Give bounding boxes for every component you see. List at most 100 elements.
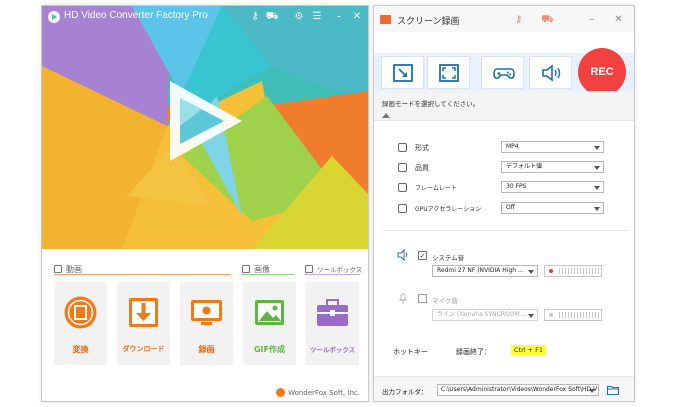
tile-gif-maker[interactable]: GIF作成 (243, 282, 296, 365)
section-video-underline (54, 274, 231, 275)
app-title: HD Video Converter Factory Pro (64, 10, 208, 21)
tile-downloader[interactable]: ダウンロード (117, 282, 170, 365)
tile-recorder[interactable]: 録画 (180, 282, 233, 365)
key-icon[interactable]: ⚷ (512, 13, 525, 26)
stop-hotkey-label: 録画終了： (456, 348, 491, 356)
tile-toolbox-label: ツールボックス (309, 346, 356, 354)
folder-icon[interactable] (607, 385, 619, 395)
mode-audio-button[interactable] (529, 56, 572, 89)
framerate-icon (398, 183, 407, 192)
system-audio-device: Redmi 27 NF (NVIDIA High ... (437, 267, 524, 274)
divider (382, 230, 628, 231)
framerate-select[interactable]: 30 FPS (501, 181, 604, 193)
setting-gpu: GPUアクセラレーション Off (398, 202, 618, 215)
tile-converter-label: 変換 (72, 345, 89, 354)
system-audio-level-meter (544, 265, 602, 277)
mode-region-button[interactable] (381, 56, 424, 89)
section-toolbox-label: ツールボックス (317, 266, 363, 274)
fullscreen-icon (439, 64, 459, 82)
level-dot (549, 269, 553, 273)
format-value: MP4 (506, 143, 519, 150)
screen-recorder-window: スクリーン録画 ⚷ ⛟ – ✕ REC 録画モードを選択してください。 形式 M… (373, 5, 635, 402)
footer-text: WonderFox Soft, Inc. (288, 388, 360, 397)
collapse-arrow-icon[interactable] (382, 113, 390, 118)
mode-hint-bar: 録画モードを選択してください。 (374, 91, 634, 121)
minimize-icon[interactable]: – (585, 13, 598, 26)
mode-game-button[interactable] (481, 56, 524, 89)
tile-gif-maker-label: GIF作成 (253, 345, 285, 354)
tile-downloader-label: ダウンロード (122, 345, 165, 353)
framerate-value: 30 FPS (506, 183, 527, 190)
format-select[interactable]: MP4 (501, 141, 604, 153)
rec-button[interactable]: REC (578, 48, 626, 96)
chevron-down-icon (589, 389, 595, 393)
region-select-icon (393, 64, 413, 82)
tile-recorder-label: 録画 (198, 345, 215, 354)
video-section-icon (54, 265, 62, 273)
footer-brand: WonderFox Soft, Inc. (276, 388, 360, 397)
speaker-icon (397, 249, 408, 261)
recorder-app-icon (380, 15, 391, 24)
wonderfox-logo-icon (276, 388, 286, 397)
tile-toolbox[interactable]: ツールボックス (306, 282, 359, 365)
mic-device: ライン (Yamaha SYNCROOM... (437, 311, 526, 318)
download-icon (129, 298, 158, 327)
quality-select[interactable]: デフォルト値 (501, 161, 604, 173)
system-audio-checkbox[interactable]: ✓ (418, 251, 427, 260)
key-icon[interactable]: ⚷ (248, 10, 262, 24)
output-folder-row: 出力フォルダ： C:\Users\Administrator\Videos\Wo… (374, 376, 634, 401)
gpu-select[interactable]: Off (501, 202, 604, 214)
hero-banner: HD Video Converter Factory Pro ⚷ ⛟ ⚙ ☰ –… (42, 6, 368, 249)
system-audio-device-select[interactable]: Redmi 27 NF (NVIDIA High ... (432, 265, 538, 277)
close-icon[interactable]: ✕ (612, 13, 625, 26)
section-video-label: 動画 (66, 264, 82, 274)
app-logo-icon (48, 11, 60, 23)
chevron-down-icon (528, 270, 534, 274)
quality-label: 品質 (415, 164, 429, 172)
format-icon (398, 143, 407, 152)
section-toolbox-underline (305, 274, 360, 275)
mode-hint-text: 録画モードを選択してください。 (382, 100, 480, 108)
gif-image-icon (255, 300, 284, 325)
chevron-down-icon (594, 146, 600, 150)
screen-recorder-icon (191, 300, 222, 325)
minimize-icon[interactable]: – (332, 10, 346, 24)
output-folder-select[interactable]: C:\Users\Administrator\Videos\WonderFox … (437, 384, 599, 396)
section-image-underline (242, 274, 295, 275)
recorder-title: スクリーン録画 (397, 17, 460, 27)
output-folder-path: C:\Users\Administrator\Videos\WonderFox … (441, 386, 598, 393)
recorder-title-bar: スクリーン録画 ⚷ ⛟ – ✕ (374, 6, 634, 32)
quality-value: デフォルト値 (506, 163, 543, 170)
setting-framerate: フレームレート 30 FPS (398, 181, 618, 194)
speaker-icon (542, 64, 561, 82)
setting-quality: 品質 デフォルト値 (398, 161, 618, 174)
stop-hotkey-value[interactable]: Ctrl + F1 (511, 345, 547, 355)
gpu-value: Off (506, 204, 515, 211)
level-bars (559, 312, 599, 318)
settings-gear-icon[interactable]: ⚙ (292, 10, 306, 24)
main-window: HD Video Converter Factory Pro ⚷ ⛟ ⚙ ☰ –… (41, 5, 369, 402)
close-icon[interactable]: ✕ (350, 10, 364, 24)
mic-level-meter (544, 309, 602, 321)
film-convert-icon (64, 296, 97, 329)
cart-icon[interactable]: ⛟ (265, 10, 279, 24)
tile-converter[interactable]: 変換 (54, 282, 107, 365)
hotkey-label: ホットキー (393, 348, 428, 356)
system-audio-label: システム音 (432, 254, 465, 262)
chevron-down-icon (594, 186, 600, 190)
gamepad-icon (493, 68, 515, 79)
mic-checkbox[interactable] (418, 294, 427, 303)
toolbox-icon (317, 299, 348, 326)
cart-icon[interactable]: ⛟ (541, 13, 554, 26)
framerate-label: フレームレート (415, 185, 457, 192)
hero-graphic (42, 6, 368, 249)
format-label: 形式 (415, 144, 429, 152)
chevron-down-icon (594, 166, 600, 170)
mode-fullscreen-button[interactable] (427, 56, 470, 89)
toolbox-section-icon (305, 265, 313, 273)
mic-device-select[interactable]: ライン (Yamaha SYNCROOM... (432, 309, 538, 321)
quality-icon (398, 163, 407, 172)
image-section-icon (242, 265, 250, 273)
gpu-label: GPUアクセラレーション (415, 206, 482, 213)
menu-list-icon[interactable]: ☰ (310, 10, 324, 24)
